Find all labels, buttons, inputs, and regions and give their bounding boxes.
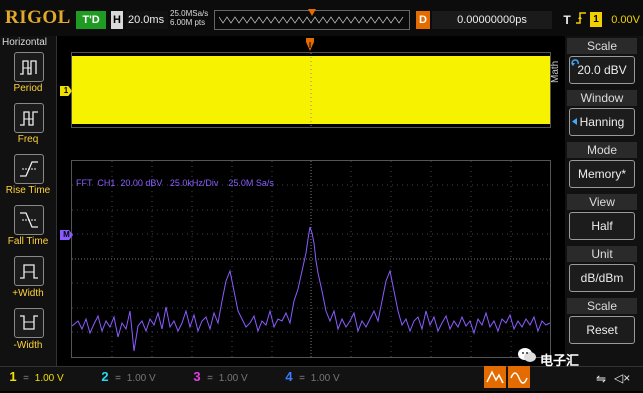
fft-mode-menu-item[interactable]: Mode Memory* <box>567 142 637 190</box>
delay-label: D <box>416 11 430 29</box>
fft-view-menu-item[interactable]: View Half <box>567 194 637 242</box>
left-arrow-icon <box>572 118 577 125</box>
rigol-logo: RIGOL <box>5 7 71 28</box>
ch1-status[interactable]: 1 = 1.00 V <box>6 368 64 386</box>
unit-title: Unit <box>567 246 637 262</box>
fft-unit-menu-item[interactable]: Unit dB/dBm <box>567 246 637 294</box>
fft-info-label: FFT CH1 20.00 dBV 25.0kHz/Div 25.0M Sa/s <box>76 178 274 188</box>
trigger-source-badge[interactable]: 1 <box>590 12 602 27</box>
ch2-status[interactable]: 2 = 1.00 V <box>98 368 156 386</box>
ch3-scale: 1.00 V <box>218 373 248 384</box>
freq-button[interactable] <box>14 103 44 133</box>
positive-width-button[interactable] <box>14 256 44 286</box>
rise-time-label: Rise Time <box>5 185 51 196</box>
ch4-status[interactable]: 4 = 1.00 V <box>282 368 340 386</box>
ch1-scale: 1.00 V <box>34 373 64 384</box>
left-menu-header: Horizontal <box>2 37 48 48</box>
delay-value[interactable]: 0.00000000ps <box>432 11 552 29</box>
fall-time-button[interactable] <box>14 205 44 235</box>
ch3-status[interactable]: 3 = 1.00 V <box>190 368 248 386</box>
period-label: Period <box>13 83 43 94</box>
mode-title: Mode <box>567 142 637 158</box>
ch2-number: 2 <box>101 369 109 384</box>
sample-rate: 25.0MSa/s <box>170 9 209 18</box>
unit-value[interactable]: dB/dBm <box>569 264 635 292</box>
scale-reset-value[interactable]: Reset <box>569 316 635 344</box>
window-title: Window <box>567 90 637 106</box>
ch4-scale: 1.00 V <box>310 373 340 384</box>
memory-depth: 6.00M pts <box>170 18 206 27</box>
frequency-icon <box>20 111 38 126</box>
ch2-scale: 1.00 V <box>126 373 156 384</box>
view-value[interactable]: Half <box>569 212 635 240</box>
trigger-position-icon <box>306 38 314 51</box>
rise-time-icon <box>20 161 38 177</box>
timebase-value[interactable]: 20.0ms <box>126 11 168 29</box>
rise-time-button[interactable] <box>14 154 44 184</box>
usb-icon: ⇋ <box>596 372 607 386</box>
trigger-level-value[interactable]: 0.00V <box>604 11 640 29</box>
fft-window-menu-item[interactable]: Window Hanning <box>567 90 637 138</box>
scale-reset-title: Scale <box>567 298 637 314</box>
negative-width-button[interactable] <box>14 308 44 338</box>
freq-label: Freq <box>17 134 39 145</box>
ch3-coupling: = <box>207 373 213 384</box>
memory-overview-waveform <box>219 16 404 24</box>
ch1-number: 1 <box>9 369 17 384</box>
run-status-badge[interactable]: T'D <box>76 11 106 29</box>
watermark-text: 电子汇 <box>540 353 580 368</box>
fall-time-icon <box>20 212 38 228</box>
memory-overview-strip[interactable] <box>214 9 410 30</box>
math-tab[interactable]: Math <box>549 52 563 92</box>
fft-grid <box>72 161 550 357</box>
window-value[interactable]: Hanning <box>569 108 635 136</box>
fft-waveform-panel[interactable]: FFT CH1 20.00 dBV 25.0kHz/Div 25.0M Sa/s <box>71 160 551 358</box>
trigger-label: T <box>563 13 571 27</box>
view-title: View <box>567 194 637 210</box>
negative-width-label: -Width <box>13 340 43 351</box>
ch1-panel-grid <box>310 53 312 127</box>
ch3-number: 3 <box>193 369 201 384</box>
ch1-waveform-panel[interactable] <box>71 52 551 128</box>
fft-scale-reset-menu-item[interactable]: Scale Reset <box>567 298 637 346</box>
fall-time-label: Fall Time <box>7 236 49 247</box>
ch1-coupling: = <box>23 373 29 384</box>
positive-width-icon <box>20 264 38 279</box>
wave-generator-icon[interactable] <box>508 366 530 388</box>
trigger-position-marker-icon <box>308 9 316 16</box>
period-button[interactable] <box>14 52 44 82</box>
mode-value[interactable]: Memory* <box>569 160 635 188</box>
period-icon <box>20 60 37 75</box>
horizontal-label: H <box>111 11 123 29</box>
negative-width-icon <box>20 315 38 330</box>
scale-title: Scale <box>567 38 637 54</box>
ch2-coupling: = <box>115 373 121 384</box>
trigger-rising-edge-icon[interactable] <box>574 11 588 29</box>
acquisition-info: 25.0MSa/s 6.00M pts <box>170 9 208 27</box>
math-function-icon[interactable] <box>484 366 506 388</box>
ch4-coupling: = <box>299 373 305 384</box>
fft-scale-menu-item[interactable]: Scale 20.0 dBV <box>567 38 637 86</box>
wechat-logo-icon <box>518 348 536 362</box>
rotate-knob-icon <box>571 59 579 66</box>
ch4-number: 4 <box>285 369 293 384</box>
positive-width-label: +Width <box>12 288 44 299</box>
speaker-icon[interactable]: ◁× <box>614 371 630 385</box>
